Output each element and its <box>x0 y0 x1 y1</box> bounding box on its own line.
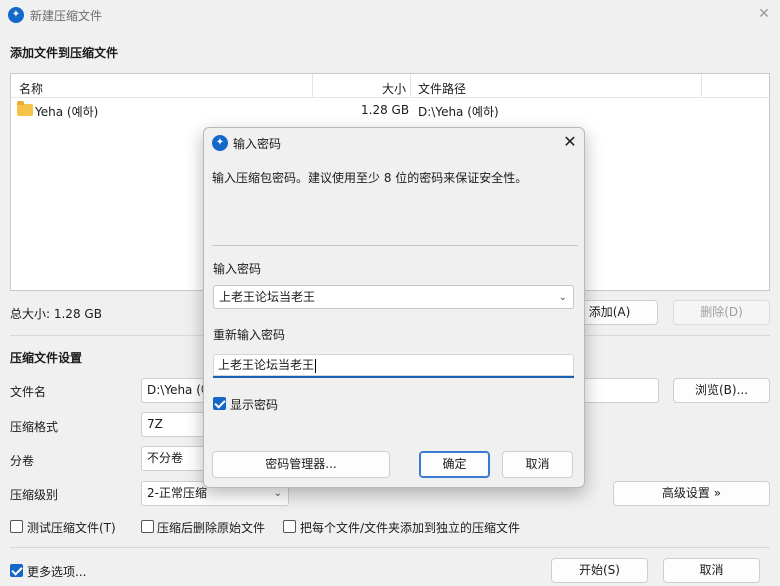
level-value: 2-正常压缩 <box>147 486 207 500</box>
format-label: 压缩格式 <box>10 420 59 434</box>
footer-divider <box>10 547 770 548</box>
confirm-password-value: 上老王论坛当老王 <box>218 358 315 372</box>
delete-after-checkbox[interactable] <box>141 520 154 533</box>
browse-button[interactable]: 浏览(B)... <box>673 378 770 403</box>
dialog-close-button[interactable]: ✕ <box>560 132 580 152</box>
text-caret <box>315 358 317 373</box>
confirm-password-label: 重新输入密码 <box>213 328 286 342</box>
window-close-button[interactable]: ✕ <box>752 3 776 25</box>
window-title: 新建压缩文件 <box>30 9 103 23</box>
test-archive-checkbox[interactable] <box>10 520 23 533</box>
confirm-password-field[interactable]: 上老王论坛当老王 <box>213 354 574 378</box>
password-dialog: ✦ 输入密码 ✕ 输入压缩包密码。建议使用至少 8 位的密码来保证安全性。 输入… <box>203 127 585 488</box>
show-password-checkbox[interactable] <box>213 397 226 410</box>
password-field[interactable]: 上老王论坛当老王 ⌄ <box>213 285 574 309</box>
settings-section-title: 压缩文件设置 <box>10 351 83 365</box>
dialog-divider <box>212 245 578 246</box>
filename-label: 文件名 <box>10 385 47 399</box>
title-bar: ✦ 新建压缩文件 ✕ <box>0 0 780 30</box>
column-header-size[interactable]: 大小 <box>382 80 406 97</box>
dialog-title: 输入密码 <box>233 137 282 151</box>
row-name: Yeha (예하) <box>35 105 99 119</box>
column-header-path[interactable]: 文件路径 <box>418 80 466 97</box>
main-cancel-button[interactable]: 取消 <box>663 558 760 583</box>
password-manager-button[interactable]: 密码管理器... <box>212 451 390 478</box>
folder-icon <box>17 101 33 116</box>
start-button[interactable]: 开始(S) <box>551 558 648 583</box>
level-label: 压缩级别 <box>10 488 59 502</box>
row-size: 1.28 GB <box>361 103 410 117</box>
split-label: 分卷 <box>10 454 35 468</box>
add-files-section-title: 添加文件到压缩文件 <box>10 46 119 60</box>
test-archive-label[interactable]: 测试压缩文件(T) <box>27 519 116 536</box>
show-password-label[interactable]: 显示密码 <box>230 396 278 413</box>
more-options-label[interactable]: 更多选项... <box>27 563 86 580</box>
more-options-checkbox[interactable] <box>10 564 23 577</box>
advanced-settings-button[interactable]: 高级设置 » <box>613 481 770 506</box>
separate-archives-label[interactable]: 把每个文件/文件夹添加到独立的压缩文件 <box>300 519 520 536</box>
delete-button[interactable]: 删除(D) <box>673 300 770 325</box>
ok-button[interactable]: 确定 <box>419 451 490 478</box>
dialog-description: 输入压缩包密码。建议使用至少 8 位的密码来保证安全性。 <box>212 171 528 185</box>
password-value: 上老王论坛当老王 <box>219 290 316 304</box>
separate-archives-checkbox[interactable] <box>283 520 296 533</box>
dialog-logo-icon: ✦ <box>212 135 228 151</box>
dialog-cancel-button[interactable]: 取消 <box>502 451 573 478</box>
password-label: 输入密码 <box>213 262 262 276</box>
password-dropdown-chevron-icon[interactable]: ⌄ <box>559 287 567 309</box>
row-path: D:\Yeha (예하) <box>418 105 499 119</box>
delete-after-label[interactable]: 压缩后删除原始文件 <box>157 519 265 536</box>
format-value: 7Z <box>147 417 163 431</box>
app-logo-icon: ✦ <box>8 7 24 23</box>
column-header-name[interactable]: 名称 <box>19 80 43 97</box>
total-size-label: 总大小: 1.28 GB <box>10 307 102 321</box>
split-value: 不分卷 <box>147 451 184 465</box>
file-list-header: 名称 大小 文件路径 <box>11 74 769 98</box>
